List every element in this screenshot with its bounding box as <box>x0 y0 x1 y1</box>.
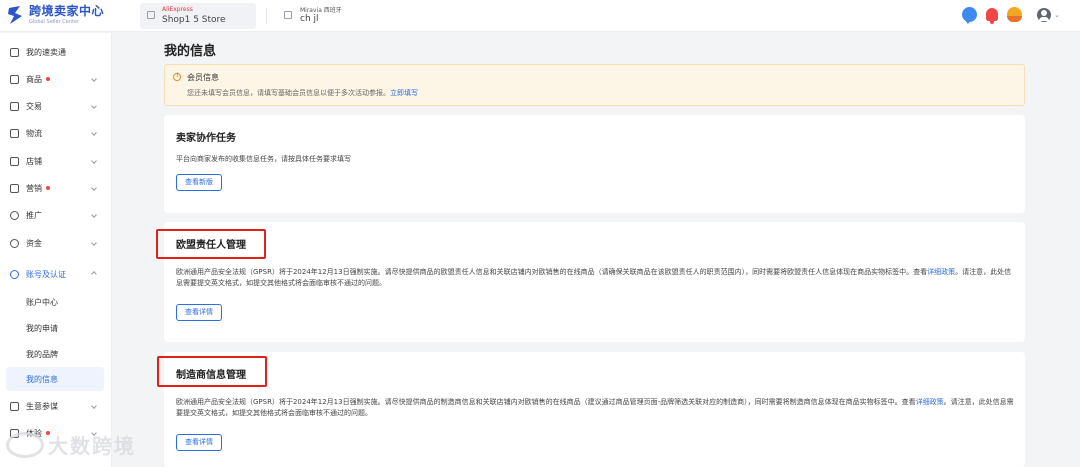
account-icon <box>10 269 19 279</box>
watermark: 大数跨境 <box>6 430 136 459</box>
store-switcher-aliexpress[interactable]: AliExpress Shop1 5 Store <box>140 3 256 29</box>
card-text-part: 签中。查看 <box>892 268 928 276</box>
notice-text: 您还未填写会员信息，请填写基础会员信息以便于多次活动参报。 <box>187 89 390 97</box>
sidebar-item-funds[interactable]: 资金 <box>0 231 112 255</box>
sidebar-subitem-label: 我的品牌 <box>26 350 58 359</box>
notification-dot <box>46 186 50 190</box>
card-text-part: 欧洲通用产品安全法规（GPSR）将于2024年12月13日强制实施。请尽快提供商… <box>176 268 893 276</box>
policy-link[interactable]: 详细政策 <box>927 268 955 276</box>
store-name: ch jl <box>300 14 319 24</box>
card-text-part: 欧洲通用产品安全法规（GPSR）将于2024年12月13日强制实施。请尽快提供商… <box>176 398 888 406</box>
sidebar-subitem-account-center[interactable]: 账户中心 <box>0 290 112 314</box>
sidebar-item-products[interactable]: 商品 <box>0 67 112 91</box>
store-name: Shop1 5 Store <box>162 15 226 25</box>
logo-icon <box>8 6 22 24</box>
sidebar-item-label: 我的速卖通 <box>26 47 66 57</box>
chevron-down-icon <box>91 103 97 109</box>
store-icon <box>284 11 292 19</box>
notice-title: 会员信息 <box>187 73 219 82</box>
sidebar-item-account[interactable]: 账号及认证 <box>0 262 112 286</box>
bell-icon[interactable] <box>986 8 999 24</box>
sidebar-item-business-advisor[interactable]: 生意参谋 <box>0 394 112 418</box>
sidebar-item-label: 交易 <box>26 101 42 111</box>
sidebar-subitem-my-applications[interactable]: 我的申请 <box>0 316 112 340</box>
store-icon <box>147 11 155 19</box>
sidebar-item-label: 物流 <box>26 128 42 138</box>
chevron-down-icon <box>91 212 97 218</box>
promotion-icon <box>10 210 19 220</box>
chevron-down-icon <box>91 240 97 246</box>
store-icon <box>10 156 19 166</box>
sidebar-subitem-label: 账户中心 <box>26 298 58 307</box>
sidebar-item-label: 资金 <box>26 238 42 248</box>
policy-link[interactable]: 详细政策 <box>916 398 944 406</box>
header-actions: ⌄ <box>962 7 1060 24</box>
logistics-icon <box>10 128 19 138</box>
sidebar-item-store[interactable]: 店铺 <box>0 149 112 173</box>
chevron-up-icon <box>91 271 97 277</box>
watermark-text: 大数跨境 <box>48 434 136 458</box>
chat-icon[interactable] <box>962 7 978 24</box>
highlight-box <box>157 356 267 387</box>
sidebar-item-marketing[interactable]: 营销 <box>0 176 112 200</box>
chevron-down-icon <box>91 158 97 164</box>
warning-icon <box>173 72 181 81</box>
store-brand: AliExpress <box>162 6 193 13</box>
chevron-down-icon <box>91 130 97 136</box>
divider <box>266 8 267 24</box>
user-avatar-icon[interactable] <box>1037 7 1052 22</box>
notice-description: 您还未填写会员信息，请填写基础会员信息以便于多次活动参报。立即填写 <box>187 88 418 98</box>
seller-task-card: 卖家协作任务 平台向商家发布的收集信息任务，请按具体任务要求填写 查看新版 <box>164 115 1025 213</box>
sidebar-subitem-label: 我的申请 <box>26 324 58 333</box>
card-description: 平台向商家发布的收集信息任务，请按具体任务要求填写 <box>176 155 351 163</box>
product-icon <box>10 74 19 84</box>
chevron-down-icon <box>91 185 97 191</box>
scrollbar[interactable] <box>1074 33 1080 467</box>
sidebar-item-promotion[interactable]: 推广 <box>0 203 112 227</box>
theme-icon[interactable] <box>1007 7 1023 22</box>
chevron-down-icon <box>91 76 97 82</box>
view-details-button[interactable]: 查看详情 <box>176 434 222 451</box>
funds-icon <box>10 238 19 248</box>
manufacturer-info-card: 制造商信息管理 欧洲通用产品安全法规（GPSR）将于2024年12月13日强制实… <box>164 352 1025 467</box>
sidebar-item-label: 账号及认证 <box>26 269 66 279</box>
logo-title: 跨境卖家中心 <box>29 4 105 18</box>
card-text-part: 中。查看 <box>887 398 916 406</box>
sidebar-subitem-my-info[interactable]: 我的信息 <box>6 367 104 391</box>
sidebar-item-label: 商品 <box>26 74 42 84</box>
marketing-icon <box>10 183 19 193</box>
chevron-down-icon[interactable]: ⌄ <box>1054 11 1060 19</box>
store-brand: Miravia 西班牙 <box>300 7 342 14</box>
chevron-down-icon <box>91 403 97 409</box>
trade-icon <box>10 101 19 111</box>
card-description: 欧洲通用产品安全法规（GPSR）将于2024年12月13日强制实施。请尽快提供商… <box>176 267 1016 289</box>
sidebar-item-logistics[interactable]: 物流 <box>0 121 112 145</box>
logo-subtitle: Global Seller Center <box>29 19 80 25</box>
watermark-logo-icon <box>6 431 44 458</box>
page-title: 我的信息 <box>164 44 217 59</box>
logo[interactable]: 跨境卖家中心 Global Seller Center <box>6 4 104 26</box>
sidebar-item-my-aliexpress[interactable]: 我的速卖通 <box>0 40 112 64</box>
notification-dot <box>46 77 50 81</box>
highlight-box <box>156 229 266 259</box>
view-details-button[interactable]: 查看详情 <box>176 304 222 321</box>
sidebar-item-label: 生意参谋 <box>26 401 58 411</box>
sidebar-item-label: 推广 <box>26 210 42 220</box>
eu-responsible-person-card: 欧盟责任人管理 欧洲通用产品安全法规（GPSR）将于2024年12月13日强制实… <box>164 222 1025 342</box>
sidebar: 我的速卖通 商品 交易 物流 店铺 营销 推广 资金 账号及认证 账户中心 我的… <box>0 33 112 467</box>
sidebar-item-label: 营销 <box>26 183 42 193</box>
fill-now-link[interactable]: 立即填写 <box>390 89 418 97</box>
top-bar: 跨境卖家中心 Global Seller Center AliExpress S… <box>0 0 1080 32</box>
card-description: 欧洲通用产品安全法规（GPSR）将于2024年12月13日强制实施。请尽快提供商… <box>176 397 1016 419</box>
card-title: 卖家协作任务 <box>176 133 236 144</box>
home-icon <box>10 47 19 57</box>
member-info-notice: 会员信息 您还未填写会员信息，请填写基础会员信息以便于多次活动参报。立即填写 <box>164 64 1025 106</box>
sidebar-subitem-label: 我的信息 <box>26 375 58 384</box>
sidebar-item-trade[interactable]: 交易 <box>0 94 112 118</box>
analytics-icon <box>10 401 19 411</box>
view-new-version-button[interactable]: 查看新版 <box>176 174 222 191</box>
sidebar-subitem-my-brands[interactable]: 我的品牌 <box>0 342 112 366</box>
sidebar-item-label: 店铺 <box>26 156 42 166</box>
